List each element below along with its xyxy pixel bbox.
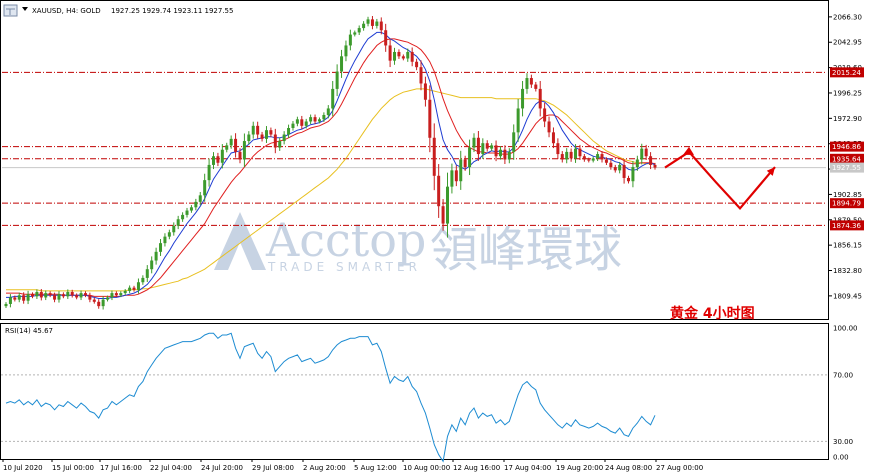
rsi-tick-label: 100.00 bbox=[833, 325, 858, 333]
ohlc-readout: 1927.25 1929.74 1923.11 1927.55 bbox=[111, 7, 233, 15]
chart-container: Acctop TRADE SMARTER 領峰環球 2066.30 2042.95… bbox=[0, 0, 870, 475]
time-tick-label: 29 Jul 08:00 bbox=[252, 464, 294, 472]
price-level-label: 1946.86 bbox=[832, 143, 861, 151]
time-tick-label: 24 Aug 08:00 bbox=[605, 464, 652, 472]
watermark: Acctop TRADE SMARTER 領峰環球 bbox=[214, 212, 622, 278]
price-tick-label: 1972.90 bbox=[833, 115, 862, 123]
chart-annotation: 黄金 4小时图 bbox=[670, 305, 755, 322]
symbol-label: XAUUSD, H4: GOLD bbox=[32, 7, 101, 15]
price-tick-label: 1832.80 bbox=[833, 267, 862, 275]
price-tick-label: 1856.15 bbox=[833, 242, 862, 250]
price-tick-label: 2042.95 bbox=[833, 39, 862, 47]
price-tick-label: 1809.45 bbox=[833, 292, 862, 300]
rsi-tick-label: 0.00 bbox=[833, 454, 849, 462]
price-tick-label: 2066.30 bbox=[833, 13, 862, 21]
price-level-label: 1894.79 bbox=[832, 200, 861, 208]
current-price-label: 1927.55 bbox=[832, 164, 861, 172]
rsi-tick-label: 30.00 bbox=[833, 438, 853, 446]
time-tick-label: 17 Aug 04:00 bbox=[504, 464, 551, 472]
price-level-label: 1874.36 bbox=[832, 222, 861, 230]
price-tick-label: 1902.85 bbox=[833, 191, 862, 199]
rsi-tick-label: 70.00 bbox=[833, 371, 853, 379]
time-tick-label: 15 Jul 00:00 bbox=[52, 464, 94, 472]
price-level-label: 2015.24 bbox=[832, 69, 861, 77]
time-tick-label: 19 Aug 20:00 bbox=[556, 464, 603, 472]
watermark-tagline: TRADE SMARTER bbox=[267, 260, 421, 274]
time-tick-label: 22 Jul 04:00 bbox=[150, 464, 192, 472]
time-tick-label: 17 Jul 16:00 bbox=[100, 464, 142, 472]
price-tick-label: 1996.25 bbox=[833, 89, 862, 97]
price-level-label: 1935.64 bbox=[832, 155, 861, 163]
time-tick-label: 5 Aug 12:00 bbox=[354, 464, 397, 472]
watermark-brand-en: Acctop bbox=[265, 213, 426, 267]
price-chart[interactable]: Acctop TRADE SMARTER 領峰環球 2066.30 2042.95… bbox=[0, 0, 870, 475]
time-tick-label: 12 Aug 16:00 bbox=[453, 464, 500, 472]
time-tick-label: 27 Aug 00:00 bbox=[656, 464, 703, 472]
time-tick-label: 10 Jul 2020 bbox=[3, 464, 43, 472]
rsi-label: RSI(14) 45.67 bbox=[5, 327, 53, 335]
time-tick-label: 24 Jul 20:00 bbox=[201, 464, 243, 472]
time-tick-label: 2 Aug 20:00 bbox=[303, 464, 346, 472]
watermark-brand-cn: 領峰環球 bbox=[430, 222, 622, 278]
chart-header: XAUUSD, H4: GOLD 1927.25 1929.74 1923.11… bbox=[3, 4, 233, 17]
time-tick-label: 10 Aug 00:00 bbox=[403, 464, 450, 472]
chart-window-icon[interactable] bbox=[3, 4, 18, 17]
